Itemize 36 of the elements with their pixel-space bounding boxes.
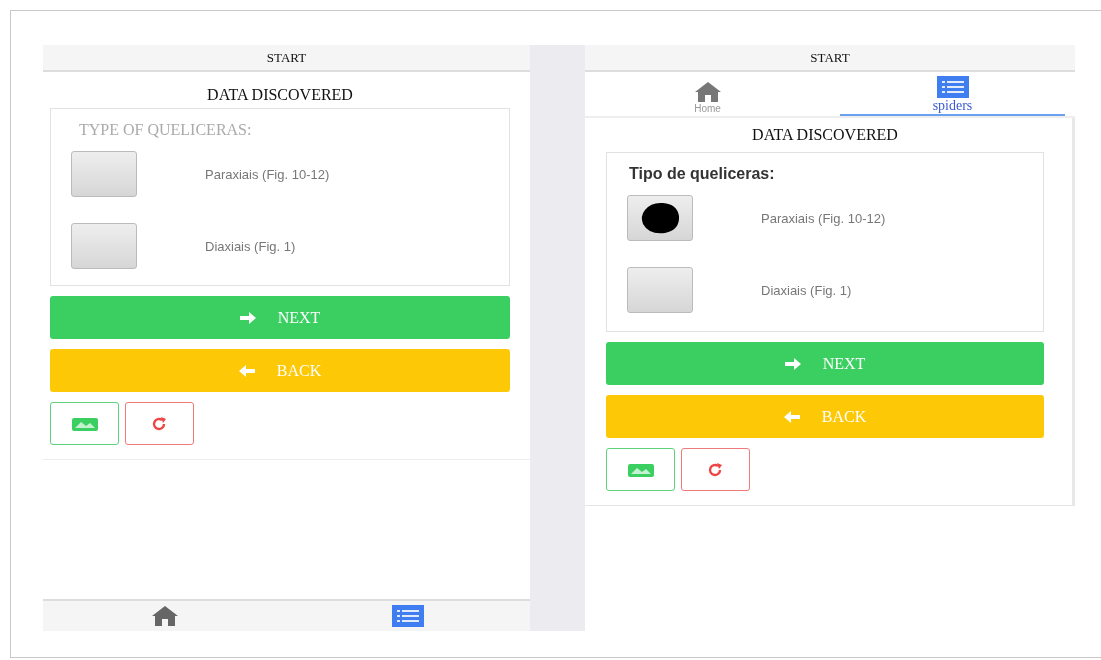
home-icon xyxy=(150,605,179,627)
header-bar: START xyxy=(43,45,530,72)
arrow-left-icon xyxy=(238,364,255,377)
image-button[interactable] xyxy=(50,402,119,445)
header-bar: START xyxy=(585,45,1075,72)
option-label: Diaxiais (Fig. 1) xyxy=(761,282,852,298)
arrow-left-icon xyxy=(783,410,800,423)
image-icon xyxy=(70,415,99,432)
image-icon xyxy=(626,461,655,478)
refresh-icon xyxy=(707,462,724,477)
option-toggle[interactable] xyxy=(627,195,693,241)
back-button[interactable]: BACK xyxy=(606,395,1044,438)
option-toggle[interactable] xyxy=(71,223,137,269)
reset-button[interactable] xyxy=(681,448,750,491)
reset-button[interactable] xyxy=(125,402,194,445)
next-button[interactable]: NEXT xyxy=(606,342,1044,385)
section-title: DATA DISCOVERED xyxy=(751,126,899,144)
option-toggle[interactable] xyxy=(627,267,693,313)
home-icon xyxy=(693,81,722,103)
option-label: Paraxiais (Fig. 10-12) xyxy=(205,166,330,182)
list-icon xyxy=(936,76,969,98)
back-button[interactable]: BACK xyxy=(50,349,510,392)
refresh-icon xyxy=(151,416,168,431)
image-button[interactable] xyxy=(606,448,675,491)
option-toggle[interactable] xyxy=(71,151,137,197)
section-title: DATA DISCOVERED xyxy=(206,86,354,104)
question-label: Tipo de queliceras: xyxy=(628,165,776,183)
arrow-right-icon xyxy=(239,311,256,324)
option-label: Paraxiais (Fig. 10-12) xyxy=(761,210,886,226)
next-button[interactable]: NEXT xyxy=(50,296,510,339)
question-label: TYPE OF QUELICERAS: xyxy=(78,121,253,139)
option-label: Diaxiais (Fig. 1) xyxy=(205,238,296,254)
tab[interactable]: Home xyxy=(595,72,820,116)
arrow-right-icon xyxy=(784,357,801,370)
list-icon xyxy=(392,605,425,627)
tab[interactable]: spiders xyxy=(840,72,1065,116)
